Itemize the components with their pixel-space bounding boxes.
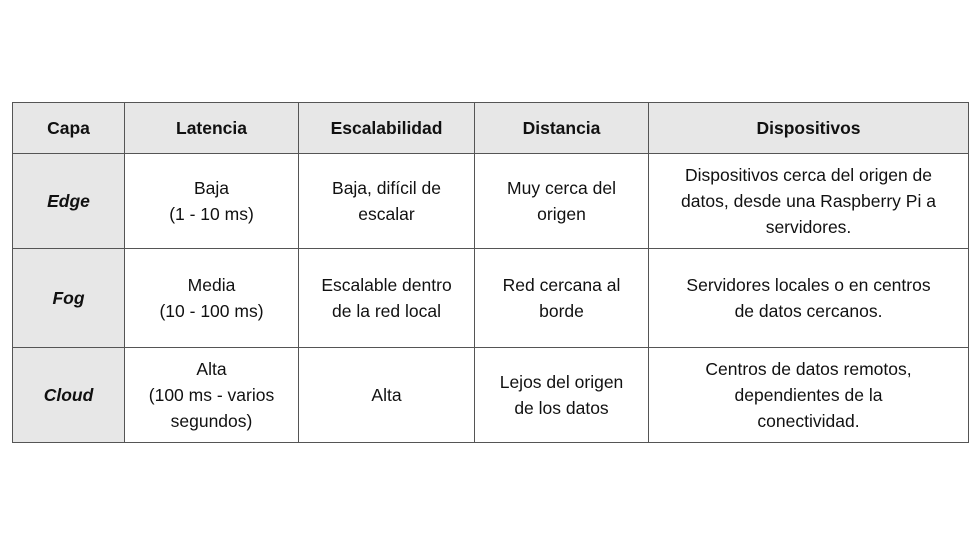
cell-line: conectividad. (757, 411, 860, 431)
devices-cell: Servidores locales o en centros de datos … (648, 248, 969, 348)
cell-line: Muy cerca del (507, 178, 616, 198)
devices-cell: Centros de datos remotos, dependientes de… (648, 347, 969, 443)
comparison-table: Capa Latencia Escalabilidad Distancia Di… (12, 102, 969, 443)
cell-line: (1 - 10 ms) (169, 204, 254, 224)
header-latencia: Latencia (124, 102, 299, 154)
layer-cell: Cloud (12, 347, 125, 443)
distance-cell: Muy cerca del origen (474, 153, 649, 249)
scalability-cell: Escalable dentro de la red local (298, 248, 475, 348)
cell-line: Red cercana al (502, 275, 621, 295)
cell-line: Alta (371, 385, 402, 405)
header-distancia: Distancia (474, 102, 649, 154)
cell-line: (100 ms - varios (148, 385, 275, 405)
table-row: Cloud Alta (100 ms - varios segundos) Alta Le… (12, 347, 969, 443)
header-capa: Capa (12, 102, 125, 154)
cell-line: escalar (358, 204, 415, 224)
layer-cell: Edge (12, 153, 125, 249)
cell-line: origen (537, 204, 586, 224)
header-row: Capa Latencia Escalabilidad Distancia Di… (12, 102, 969, 154)
cell-line: borde (539, 301, 584, 321)
layer-cell: Fog (12, 248, 125, 348)
header-escalabilidad: Escalabilidad (298, 102, 475, 154)
devices-cell: Dispositivos cerca del origen de datos, d… (648, 153, 969, 249)
cell-line: de datos cercanos. (734, 301, 883, 321)
cell-line: servidores. (765, 217, 852, 237)
cell-line: datos, desde una Raspberry Pi a (681, 191, 936, 211)
cell-line: Centros de datos remotos, (705, 359, 912, 379)
cell-line: Lejos del origen (499, 372, 624, 392)
cell-line: (10 - 100 ms) (159, 301, 264, 321)
header-dispositivos: Dispositivos (648, 102, 969, 154)
cell-line: de la red local (332, 301, 441, 321)
scalability-cell: Baja, difícil de escalar (298, 153, 475, 249)
cell-line: Alta (196, 359, 227, 379)
latency-cell: Alta (100 ms - varios segundos) (124, 347, 299, 443)
cell-line: de los datos (514, 398, 609, 418)
cell-line: Dispositivos cerca del origen de (684, 165, 933, 185)
table-row: Edge Baja (1 - 10 ms) Baja, difícil de escal… (12, 153, 969, 249)
cell-line: Baja (193, 178, 230, 198)
cell-line: Escalable dentro (321, 275, 452, 295)
table-row: Fog Media (10 - 100 ms) Escalable dentro de … (12, 248, 969, 348)
latency-cell: Baja (1 - 10 ms) (124, 153, 299, 249)
distance-cell: Lejos del origen de los datos (474, 347, 649, 443)
scalability-cell: Alta (298, 347, 475, 443)
cell-line: segundos) (170, 411, 253, 431)
latency-cell: Media (10 - 100 ms) (124, 248, 299, 348)
cell-line: dependientes de la (734, 385, 883, 405)
cell-line: Servidores locales o en centros (686, 275, 931, 295)
cell-line: Media (187, 275, 236, 295)
distance-cell: Red cercana al borde (474, 248, 649, 348)
cell-line: Baja, difícil de (332, 178, 441, 198)
